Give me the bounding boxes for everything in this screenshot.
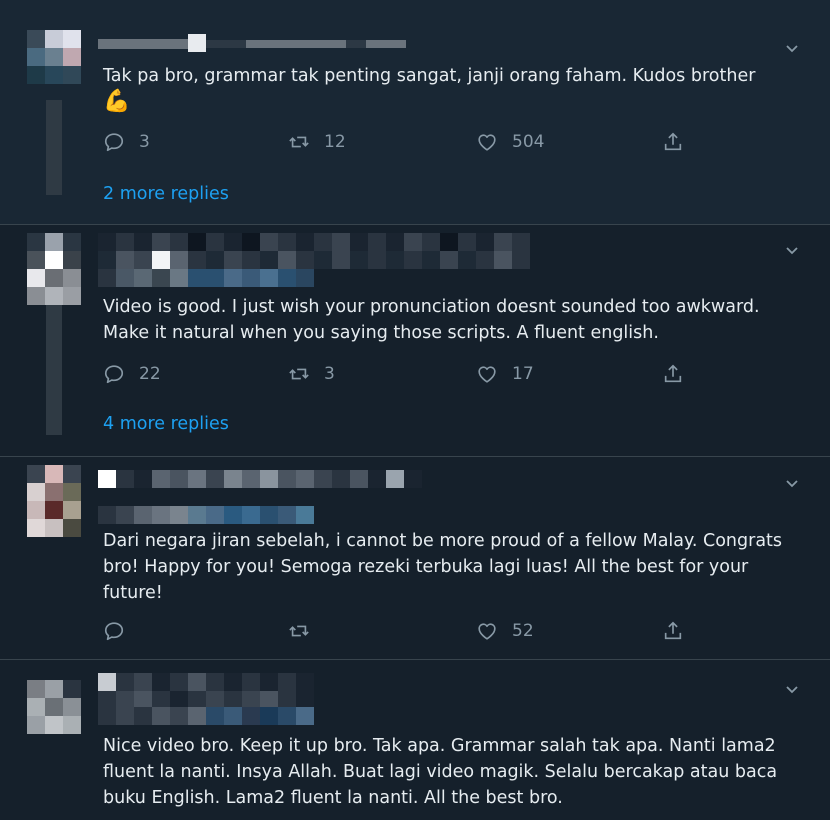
heart-icon [476,620,498,642]
reply-tweet[interactable]: Nice video bro. Keep it up bro. Tak apa.… [0,660,830,820]
like-count: 17 [512,364,534,384]
retweet-button[interactable]: 3 [288,361,335,387]
reply-icon [103,363,125,385]
thread-line [46,305,62,435]
heart-icon [476,363,498,385]
show-more-replies-link[interactable]: 2 more replies [103,184,229,204]
share-button[interactable] [662,361,698,387]
like-button[interactable]: 504 [476,129,544,155]
reply-count: 22 [139,364,161,384]
show-more-replies-link[interactable]: 4 more replies [103,414,229,434]
reply-text: Tak pa bro, grammar tak penting sangat, … [103,66,756,114]
like-count: 52 [512,621,534,641]
author-handle [98,251,530,269]
avatar[interactable] [27,465,81,537]
retweet-icon [288,131,310,153]
reply-tweet[interactable]: Video is good. I just wish your pronunci… [0,225,830,457]
share-icon [662,131,684,153]
reply-count: 3 [139,132,150,152]
retweet-icon [288,620,310,642]
share-button[interactable] [662,618,698,644]
replying-to-blurred [98,269,314,287]
share-button[interactable] [662,129,698,155]
reply-tweet[interactable]: Tak pa bro, grammar tak penting sangat, … [0,0,830,225]
tweet-actions: 52 [103,618,703,644]
share-icon [662,363,684,385]
reply-icon [103,131,125,153]
reply-button[interactable]: 22 [103,361,161,387]
chevron-down-icon[interactable] [784,681,800,697]
reply-text: Nice video bro. Keep it up bro. Tak apa.… [103,736,778,808]
tweet-actions: 3 12 504 [103,129,703,155]
chevron-down-icon[interactable] [784,40,800,56]
retweet-count: 3 [324,364,335,384]
thread-line [46,100,62,195]
avatar[interactable] [27,680,81,734]
author-name[interactable] [98,233,530,251]
retweet-button[interactable] [288,618,324,644]
share-icon [662,620,684,642]
reply-button[interactable] [103,618,139,644]
heart-icon [476,131,498,153]
reply-button[interactable]: 3 [103,129,150,155]
chevron-down-icon[interactable] [784,475,800,491]
author-name[interactable] [98,470,422,488]
avatar[interactable] [27,233,81,305]
flexed-biceps-emoji: 💪 [103,89,131,114]
replying-to-blurred [98,707,314,725]
reply-icon [103,620,125,642]
reply-text: Dari negara jiran sebelah, i cannot be m… [103,531,783,603]
reply-text: Video is good. I just wish your pronunci… [103,297,760,343]
retweet-icon [288,363,310,385]
retweet-count: 12 [324,132,346,152]
reply-tweet[interactable]: Dari negara jiran sebelah, i cannot be m… [0,457,830,660]
chevron-down-icon[interactable] [784,242,800,258]
author-name[interactable] [98,34,406,52]
retweet-button[interactable]: 12 [288,129,346,155]
like-button[interactable]: 52 [476,618,534,644]
author-handle [98,506,314,524]
avatar[interactable] [27,30,81,84]
author-name[interactable] [98,673,314,691]
like-count: 504 [512,132,545,152]
tweet-actions: 22 3 17 [103,361,703,387]
like-button[interactable]: 17 [476,361,534,387]
